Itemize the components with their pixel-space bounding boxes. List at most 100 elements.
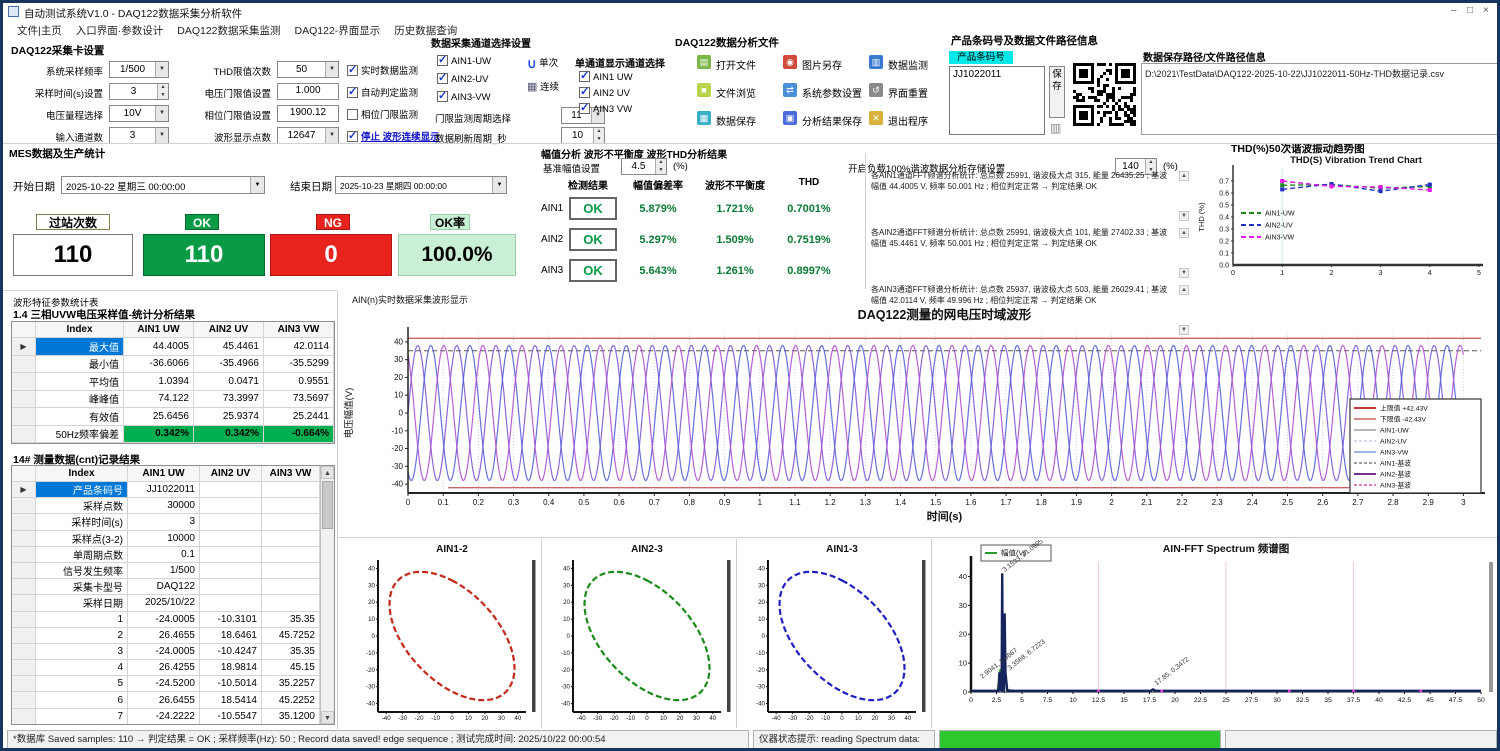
- grid-cell: 45.2252: [262, 692, 320, 708]
- calendar-dropdown-icon[interactable]: ▼: [250, 177, 264, 193]
- svg-text:0.3: 0.3: [1219, 227, 1229, 234]
- calendar-dropdown-icon[interactable]: ▼: [492, 177, 506, 193]
- close-button[interactable]: ×: [1483, 5, 1489, 16]
- thd-header-1: 幅值偏差率: [618, 177, 698, 192]
- table-row[interactable]: 7-24.2222-10.554735.1200: [12, 709, 334, 725]
- table-row[interactable]: 采集卡型号DAQ122: [12, 579, 334, 595]
- maximize-button[interactable]: □: [1467, 5, 1473, 16]
- setting-input[interactable]: 1.000: [277, 83, 339, 100]
- scroll-up-icon[interactable]: ▲: [1179, 228, 1189, 238]
- barcode-input[interactable]: JJ1022011: [949, 66, 1045, 135]
- table-row[interactable]: 5-24.5200-10.501435.2257: [12, 676, 334, 692]
- end-date-picker[interactable]: 2025-10-23 星期四 00:00:00 ▼: [335, 176, 507, 194]
- table-row[interactable]: 426.425518.981445.15: [12, 660, 334, 676]
- svg-text:10: 10: [368, 616, 375, 623]
- scroll-up-icon[interactable]: ▲: [1179, 171, 1189, 181]
- setting-checkbox[interactable]: 相位门限监测: [347, 107, 418, 121]
- save-path-box[interactable]: D:\2021\TestData\DAQ122-2025-10-22\JJ102…: [1141, 63, 1499, 135]
- file-action-save-result[interactable]: ▣分析结果保存: [783, 109, 875, 131]
- file-action-monitor-data[interactable]: ▥数据监测: [869, 53, 961, 75]
- table-row[interactable]: 626.645518.541445.2252: [12, 692, 334, 708]
- setting-checkbox[interactable]: 实时数据监测: [347, 63, 418, 77]
- barcode-save-button[interactable]: 保存: [1049, 66, 1065, 118]
- setting-input[interactable]: 1900.12: [277, 105, 339, 122]
- svg-text:30: 30: [959, 601, 967, 610]
- setting-checkbox[interactable]: 自动判定监测: [347, 85, 418, 99]
- menu-item-1[interactable]: 入口界面·参数设计: [76, 23, 164, 38]
- grid-cell: [12, 356, 36, 374]
- acq-channel-checkbox-1[interactable]: AIN1-UW: [437, 55, 491, 67]
- svg-text:1.3: 1.3: [860, 498, 872, 507]
- table-row[interactable]: 采样日期2025/10/22: [12, 595, 334, 611]
- table-row[interactable]: 50Hz频率偏差0.342%0.342%-0.664%: [12, 426, 334, 444]
- setting-label: THD限值次数: [175, 64, 271, 78]
- table-row[interactable]: 有效值25.645625.937425.2441: [12, 408, 334, 426]
- thd-status-2: OK: [569, 259, 617, 282]
- table-scrollbar[interactable]: ▲▼: [320, 466, 334, 724]
- display-select-title: 单通道显示通道选择: [575, 55, 665, 70]
- table-row[interactable]: 信号发生频率1/500: [12, 563, 334, 579]
- scroll-down-icon[interactable]: ▼: [1179, 268, 1189, 278]
- svg-text:30: 30: [394, 355, 403, 364]
- acq-channel-checkbox-2[interactable]: AIN2-UV: [437, 73, 488, 85]
- scroll-thumb[interactable]: [322, 481, 333, 529]
- table-row[interactable]: 最小值-36.6066-35.4966-35.5299: [12, 356, 334, 374]
- start-date-picker[interactable]: 2025-10-22 星期三 00:00:00 ▼: [61, 176, 265, 194]
- table-row[interactable]: 226.465518.646145.7252: [12, 628, 334, 644]
- printer-icon[interactable]: ▥: [1050, 121, 1061, 135]
- status-text-1: *数据库 Saved samples: 110 → 判定结果 = OK ; 采样…: [7, 730, 749, 749]
- svg-text:40: 40: [1375, 697, 1383, 704]
- table-row[interactable]: 3-24.0005-10.424735.35: [12, 644, 334, 660]
- setting-combo[interactable]: 12647▼: [277, 127, 339, 144]
- table-row[interactable]: 采样点(3-2)10000: [12, 531, 334, 547]
- svg-text:电压幅值(V): 电压幅值(V): [343, 388, 355, 439]
- file-action-reset-ui[interactable]: ↺界面重置: [869, 81, 961, 103]
- setting-combo[interactable]: 3▼: [109, 127, 169, 144]
- menu-item-2[interactable]: DAQ122数据采集监测: [177, 23, 280, 38]
- ctrl1-value: 4.5: [622, 159, 655, 174]
- svg-text:AIN1-2: AIN1-2: [436, 544, 468, 555]
- setting-spinner[interactable]: 3▲▼: [109, 83, 169, 100]
- grid-cell: 25.6456: [124, 408, 194, 426]
- file-action-open-file[interactable]: ▤打开文件: [697, 53, 789, 75]
- table-row[interactable]: 1-24.0005-10.310135.35: [12, 612, 334, 628]
- scroll-up-icon[interactable]: ▲: [321, 466, 334, 479]
- grid-cell: AIN1 UW: [124, 322, 194, 338]
- file-action-exit[interactable]: ✕退出程序: [869, 109, 961, 131]
- display-channel-checkbox-1[interactable]: AIN1 UW: [579, 71, 633, 83]
- single-shot-button[interactable]: ∪ 单次: [527, 55, 558, 72]
- file-action-system-params[interactable]: ⇄系统参数设置: [783, 81, 875, 103]
- display-channel-checkbox-2[interactable]: AIN2 UV: [579, 87, 630, 99]
- grid-cell: [12, 612, 36, 628]
- svg-text:30: 30: [368, 582, 375, 589]
- acq-channel-checkbox-3[interactable]: AIN3-VW: [437, 91, 491, 103]
- menu-item-3[interactable]: DAQ122-界面显示: [295, 23, 381, 38]
- refresh-spinner[interactable]: 10▲▼: [561, 127, 605, 144]
- setting-combo[interactable]: 50▼: [277, 61, 339, 78]
- table-row[interactable]: ▶产品条码号JJ1022011: [12, 482, 334, 498]
- file-action-save-image[interactable]: ◉图片另存: [783, 53, 875, 75]
- table-row[interactable]: 采样时间(s)3: [12, 514, 334, 530]
- table-row[interactable]: ▶最大值44.400545.446142.0114: [12, 338, 334, 356]
- display-channel-checkbox-3[interactable]: AIN3 VW: [579, 103, 632, 115]
- table-row[interactable]: 平均值1.03940.04710.9551: [12, 373, 334, 391]
- exit-icon: ✕: [869, 111, 883, 125]
- setting-checkbox[interactable]: 停止 波形连续显示: [347, 129, 440, 143]
- scroll-down-icon[interactable]: ▼: [1179, 211, 1189, 221]
- scroll-down-icon[interactable]: ▼: [321, 711, 334, 724]
- grid-cell: AIN1 UW: [128, 466, 200, 482]
- setting-combo[interactable]: 10V▼: [109, 105, 169, 122]
- table-row[interactable]: 峰峰值74.12273.399773.5697: [12, 391, 334, 409]
- table-row[interactable]: 采样点数30000: [12, 498, 334, 514]
- ctrl1-spinner[interactable]: 4.5▲▼: [621, 158, 667, 175]
- menu-item-0[interactable]: 文件|主页: [17, 23, 62, 38]
- table-row[interactable]: 单周期点数0.1: [12, 547, 334, 563]
- minimize-button[interactable]: –: [1451, 5, 1457, 16]
- grid-cell: [12, 692, 36, 708]
- svg-text:2.5: 2.5: [1282, 498, 1294, 507]
- continuous-button[interactable]: ▦ 连续: [527, 79, 559, 93]
- svg-text:20: 20: [1171, 697, 1179, 704]
- file-action-save-data[interactable]: ▦数据保存: [697, 109, 789, 131]
- setting-combo[interactable]: 1/500▼: [109, 61, 169, 78]
- file-action-browse-file[interactable]: ■文件浏览: [697, 81, 789, 103]
